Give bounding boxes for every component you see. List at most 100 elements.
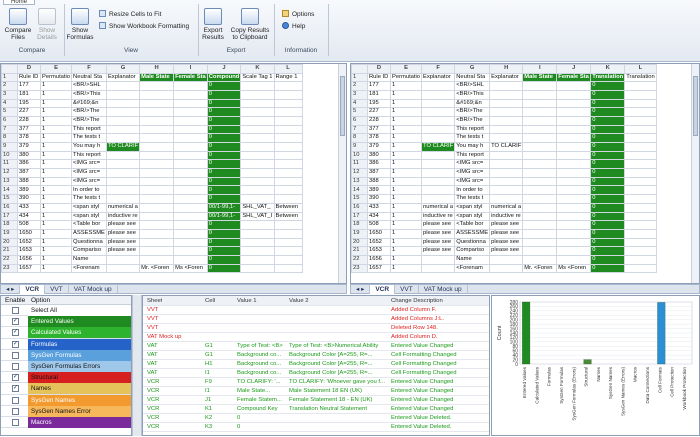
grid-cell[interactable]: 1652 [367, 237, 391, 248]
grid-cell[interactable]: 379 [17, 142, 41, 152]
tab-nav-arrows[interactable]: ◂ ▸ [1, 285, 21, 294]
grid-cell[interactable] [624, 142, 657, 152]
grid-cell[interactable] [173, 115, 208, 126]
grid-cell[interactable]: 1 [39, 98, 73, 109]
grid-cell[interactable] [105, 115, 141, 126]
header-cell[interactable]: Permutatio [39, 72, 73, 83]
grid-cell[interactable]: TO CLARIF [105, 142, 141, 152]
grid-cell[interactable]: 433 [17, 202, 41, 213]
grid-cell[interactable]: 1657 [367, 263, 391, 274]
grid-cell[interactable]: please see [105, 228, 141, 239]
row-number[interactable]: 12 [351, 168, 368, 178]
grid-cell[interactable]: 1 [389, 254, 423, 265]
grid-cell[interactable]: <IMG src= [71, 176, 107, 187]
grid-cell[interactable]: 1 [39, 168, 73, 178]
grid-cell[interactable] [421, 159, 456, 170]
grid-cell[interactable] [139, 254, 175, 265]
grid-cell[interactable]: 386 [17, 159, 41, 170]
grid-cell[interactable] [556, 202, 592, 213]
grid-cell[interactable]: 1 [389, 168, 423, 178]
grid-cell[interactable] [489, 89, 524, 100]
grid-cell[interactable]: please see [489, 237, 524, 248]
grid-cell[interactable] [556, 211, 592, 222]
grid-cell[interactable]: 1 [39, 220, 73, 230]
left-vertical-scrollbar[interactable] [338, 64, 346, 283]
grid-cell[interactable]: <span styl [454, 202, 491, 213]
grid-cell[interactable]: 1650 [367, 228, 391, 239]
change-row[interactable]: VCR K1 Compound Key Translation Neutral Sta… [143, 405, 489, 414]
grid-cell[interactable]: numerical a [489, 202, 524, 213]
change-row[interactable]: VAT G1 Background co... Background Color [A… [143, 351, 489, 360]
row-number[interactable]: 16 [351, 202, 368, 213]
change-row[interactable]: VAT H1 Background co... Background Color [A… [143, 360, 489, 369]
grid-cell[interactable]: 1 [389, 185, 423, 196]
row-number[interactable]: 8 [1, 133, 18, 143]
grid-cell[interactable] [624, 220, 657, 230]
grid-cell[interactable]: <span styl [71, 211, 107, 222]
row-number[interactable]: 3 [351, 89, 368, 100]
grid-cell[interactable] [240, 150, 275, 161]
right-vertical-scrollbar[interactable] [691, 64, 699, 283]
option-checkbox[interactable]: ✓ [12, 318, 19, 326]
grid-cell[interactable]: 0 [590, 124, 626, 135]
grid-cell[interactable]: 1 [389, 176, 423, 187]
sheet-tab[interactable]: VCR [370, 285, 396, 294]
grid-cell[interactable] [522, 202, 558, 213]
row-number[interactable]: 1 [351, 72, 368, 83]
grid-cell[interactable] [240, 168, 275, 178]
grid-cell[interactable]: 1 [39, 176, 73, 187]
option-row[interactable]: ✓ Entered Values [1, 316, 131, 328]
tab-nav-arrows[interactable]: ◂ ▸ [351, 285, 371, 294]
grid-cell[interactable] [240, 176, 275, 187]
row-number[interactable]: 4 [351, 98, 368, 109]
grid-cell[interactable]: 181 [367, 89, 391, 100]
grid-cell[interactable]: Ms <Foren [556, 263, 592, 274]
grid-cell[interactable]: 0 [590, 150, 626, 161]
grid-cell[interactable]: 1652 [17, 237, 41, 248]
option-row[interactable]: ✓ Names [1, 383, 131, 395]
grid-cell[interactable] [173, 142, 208, 152]
grid-cell[interactable]: 0 [206, 150, 242, 161]
grid-cell[interactable] [421, 124, 456, 135]
grid-cell[interactable] [556, 194, 592, 204]
grid-cell[interactable]: please see [489, 220, 524, 230]
grid-cell[interactable] [173, 168, 208, 178]
grid-cell[interactable] [522, 176, 558, 187]
option-checkbox[interactable] [12, 418, 19, 426]
grid-cell[interactable]: 0 [206, 220, 242, 230]
grid-cell[interactable] [421, 115, 456, 126]
row-number[interactable]: 13 [351, 176, 368, 187]
grid-cell[interactable] [139, 211, 175, 222]
grid-cell[interactable]: 1 [39, 263, 73, 274]
grid-cell[interactable]: 0 [590, 263, 626, 274]
column-letter[interactable]: K [590, 64, 626, 74]
grid-cell[interactable] [624, 89, 657, 100]
grid-cell[interactable] [105, 254, 141, 265]
option-checkbox[interactable] [12, 396, 19, 404]
grid-cell[interactable]: 377 [367, 124, 391, 135]
grid-cell[interactable]: please see [421, 237, 456, 248]
grid-cell[interactable]: please see [421, 246, 456, 256]
scroll-thumb[interactable] [693, 76, 698, 136]
grid-cell[interactable] [556, 107, 592, 117]
header-cell[interactable]: Scale Tag 1 [240, 72, 275, 83]
grid-cell[interactable]: Questionna [71, 237, 107, 248]
grid-cell[interactable]: 1 [39, 133, 73, 143]
grid-cell[interactable]: Between [273, 211, 303, 222]
grid-cell[interactable]: 378 [367, 133, 391, 143]
grid-cell[interactable] [139, 124, 175, 135]
row-number[interactable]: 11 [351, 159, 368, 170]
grid-cell[interactable]: 1656 [367, 254, 391, 265]
row-number[interactable]: 13 [1, 176, 18, 187]
grid-cell[interactable]: 434 [367, 211, 391, 222]
grid-cell[interactable]: The tests t [71, 133, 107, 143]
row-number[interactable]: 6 [1, 115, 18, 126]
grid-cell[interactable] [139, 81, 175, 91]
grid-cell[interactable] [421, 176, 456, 187]
grid-cell[interactable]: 0 [206, 185, 242, 196]
row-number[interactable]: 23 [351, 263, 368, 274]
grid-cell[interactable]: inductive re [421, 211, 456, 222]
row-number[interactable]: 17 [1, 211, 18, 222]
grid-cell[interactable] [173, 211, 208, 222]
grid-cell[interactable]: &#169;&n [454, 98, 491, 109]
